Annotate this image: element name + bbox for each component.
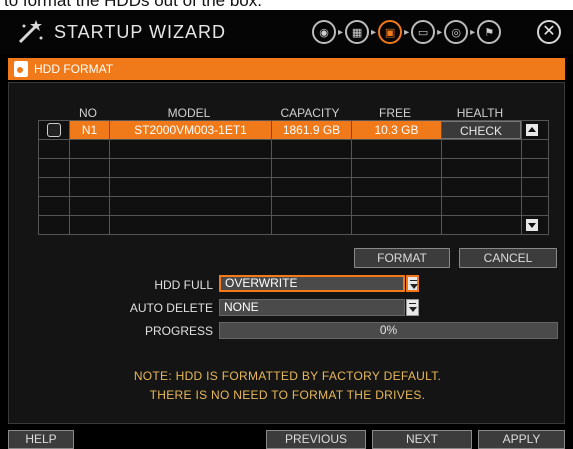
progress-text: 0% (379, 323, 398, 337)
magic-wand-icon (18, 20, 43, 44)
step-arrow-icon: ▸ (437, 26, 443, 38)
cell-model: ST2000VM003-1ET1 (109, 121, 271, 139)
scroll-up-icon[interactable] (525, 124, 538, 136)
format-progress-bar: 0% (219, 322, 558, 339)
step-arrow-icon: ▸ (404, 26, 410, 38)
apply-button[interactable]: APPLY (478, 430, 565, 449)
column-header-model: MODEL (167, 106, 211, 120)
auto-delete-dropdown-icon[interactable] (406, 299, 419, 316)
scroll-down-icon[interactable] (525, 219, 538, 231)
format-button[interactable]: FORMAT (354, 248, 450, 268)
step-arrow-icon: ▸ (470, 26, 476, 38)
globe-icon[interactable]: ◉ (312, 20, 336, 44)
hdd-icon (14, 61, 28, 77)
health-check-button[interactable]: CHECK (441, 121, 521, 139)
caption-text: to format the HDDs out of the box. (4, 0, 262, 10)
hdd-full-select[interactable]: OVERWRITE (219, 275, 405, 292)
wizard-window: STARTUP WIZARD ◉ ▸ ▦ ▸ ▣ ▸ ▭ ▸ ◎ ▸ ⚑ ✕ H… (0, 10, 573, 449)
table-row (39, 158, 548, 177)
section-header: HDD FORMAT (8, 58, 565, 80)
hdd-table: NO MODEL CAPACITY FREE HEALTH N1 ST2000V… (38, 106, 549, 235)
next-button[interactable]: NEXT (372, 430, 472, 449)
step-arrow-icon: ▸ (338, 26, 344, 38)
help-button[interactable]: HELP (8, 430, 74, 449)
column-header-health: HEALTH (456, 106, 504, 120)
previous-button[interactable]: PREVIOUS (266, 430, 366, 449)
row-checkbox[interactable] (47, 123, 61, 137)
note-line-2: THERE IS NO NEED TO FORMAT THE DRIVES. (149, 388, 426, 402)
cell-free: 10.3 GB (351, 121, 441, 139)
table-body: N1 ST2000VM003-1ET1 1861.9 GB 10.3 GB CH… (38, 120, 549, 235)
footer-bar: HELP PREVIOUS NEXT APPLY (0, 428, 573, 449)
hdd-format-panel: NO MODEL CAPACITY FREE HEALTH N1 ST2000V… (8, 82, 565, 424)
cancel-button[interactable]: CANCEL (459, 248, 557, 268)
table-row (39, 215, 548, 234)
note-line-1: NOTE: HDD IS FORMATTED BY FACTORY DEFAUL… (133, 369, 442, 383)
table-row[interactable]: N1 ST2000VM003-1ET1 1861.9 GB 10.3 GB CH… (39, 120, 548, 139)
cell-no: N1 (69, 121, 109, 139)
camera-icon[interactable]: ◎ (444, 20, 469, 44)
table-row (39, 139, 548, 158)
monitor-icon[interactable]: ▭ (411, 20, 436, 44)
hdd-full-dropdown-icon[interactable] (406, 275, 419, 292)
hdd-icon[interactable]: ▣ (378, 20, 403, 44)
auto-delete-select[interactable]: NONE (219, 299, 405, 316)
title-bar: STARTUP WIZARD ◉ ▸ ▦ ▸ ▣ ▸ ▭ ▸ ◎ ▸ ⚑ ✕ (0, 10, 573, 54)
step-arrow-icon: ▸ (371, 26, 377, 38)
table-row (39, 177, 548, 196)
cell-capacity: 1861.9 GB (271, 121, 351, 139)
section-title: HDD FORMAT (34, 62, 114, 76)
wizard-steps: ◉ ▸ ▦ ▸ ▣ ▸ ▭ ▸ ◎ ▸ ⚑ (312, 18, 502, 46)
column-header-capacity: CAPACITY (280, 106, 340, 120)
auto-delete-label: AUTO DELETE (129, 301, 213, 315)
finish-flag-icon[interactable]: ⚑ (477, 20, 502, 44)
column-header-no: NO (79, 106, 97, 120)
close-icon[interactable]: ✕ (537, 20, 561, 44)
progress-label: PROGRESS (144, 324, 213, 338)
hdd-full-label: HDD FULL (154, 278, 213, 292)
table-row (39, 196, 548, 215)
table-header: NO MODEL CAPACITY FREE HEALTH (38, 106, 549, 120)
wizard-title: STARTUP WIZARD (54, 22, 227, 42)
column-header-free: FREE (378, 106, 411, 120)
calendar-icon[interactable]: ▦ (345, 20, 370, 44)
